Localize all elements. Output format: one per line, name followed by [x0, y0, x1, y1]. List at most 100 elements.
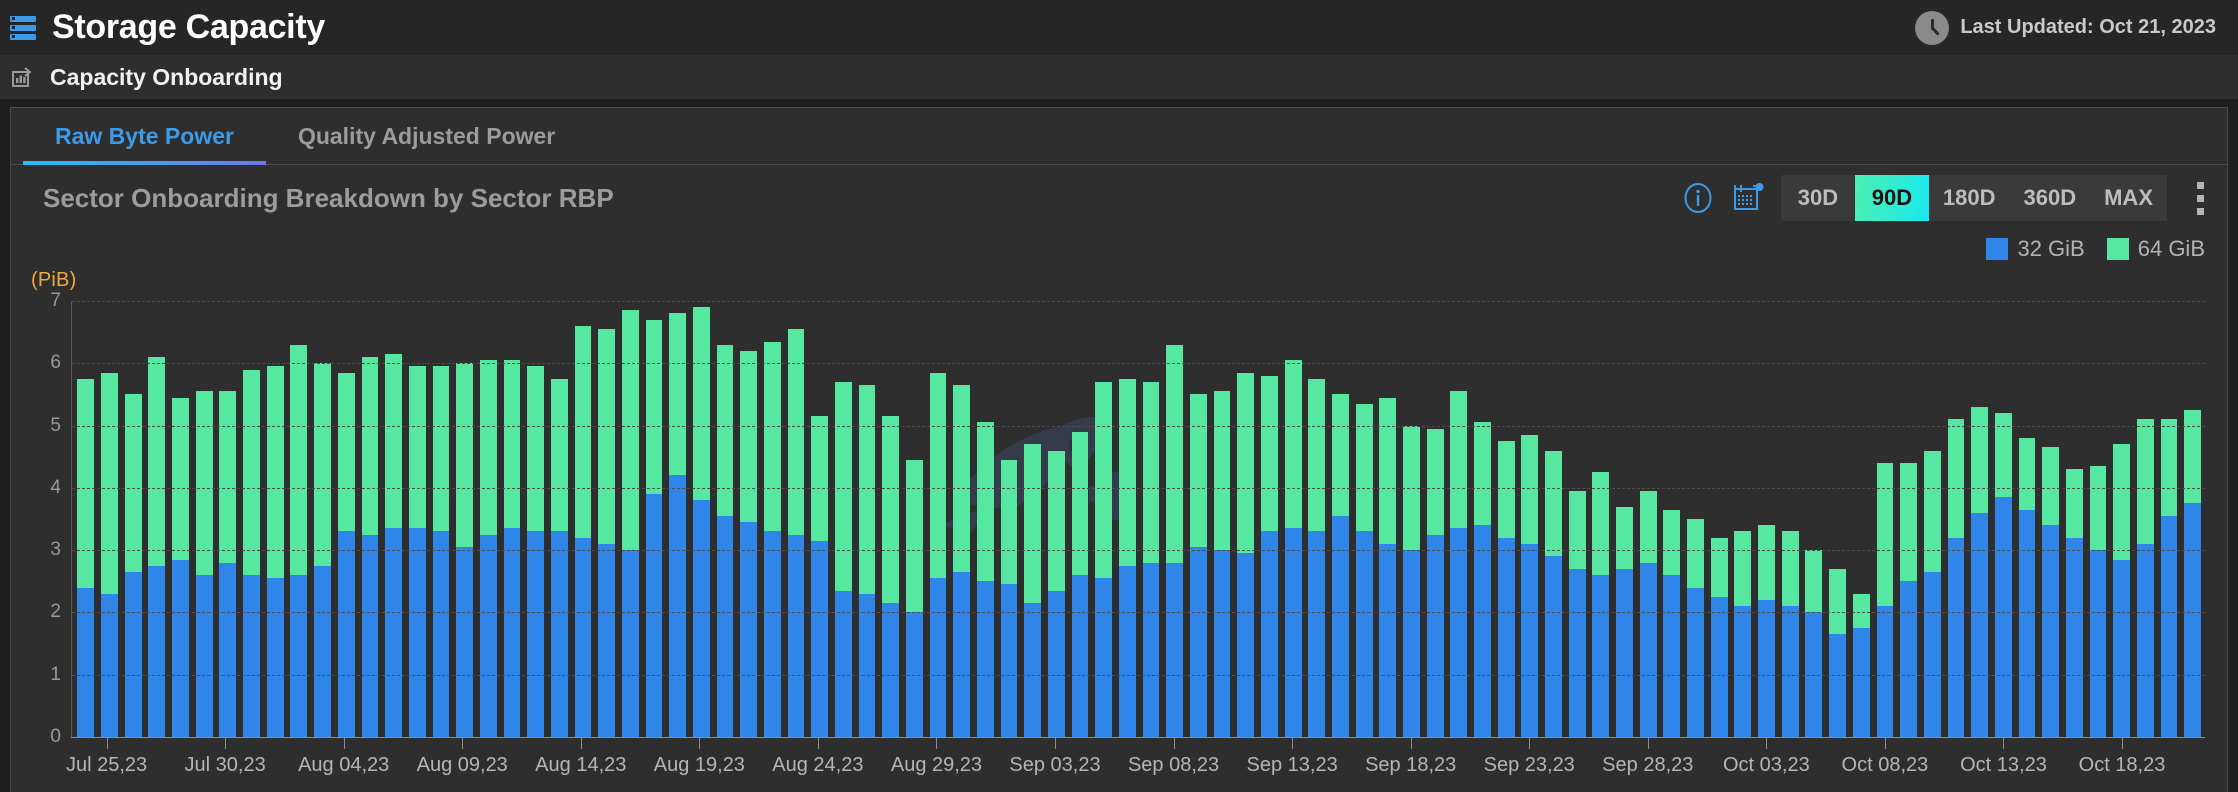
- bar-column[interactable]: [1187, 301, 1211, 737]
- bar-column[interactable]: [1542, 301, 1566, 737]
- range-button-180d[interactable]: 180D: [1929, 175, 2010, 221]
- bar-column[interactable]: [500, 301, 524, 737]
- bar-column[interactable]: [784, 301, 808, 737]
- bar-column[interactable]: [453, 301, 477, 737]
- bar-column[interactable]: [334, 301, 358, 737]
- bar-column[interactable]: [855, 301, 879, 737]
- range-button-90d[interactable]: 90D: [1855, 175, 1929, 221]
- bar-column[interactable]: [382, 301, 406, 737]
- bar-column[interactable]: [145, 301, 169, 737]
- bar-column[interactable]: [547, 301, 571, 737]
- bar-column[interactable]: [1660, 301, 1684, 737]
- bar-column[interactable]: [950, 301, 974, 737]
- bar-column[interactable]: [571, 301, 595, 737]
- bar-column[interactable]: [1589, 301, 1613, 737]
- legend-item-64gib[interactable]: 64 GiB: [2107, 236, 2205, 262]
- bar-column[interactable]: [358, 301, 382, 737]
- storage-menu-icon[interactable]: [10, 16, 36, 40]
- bar-column[interactable]: [1826, 301, 1850, 737]
- more-vertical-icon[interactable]: [2187, 178, 2213, 218]
- bar-column[interactable]: [760, 301, 784, 737]
- bar-column[interactable]: [1897, 301, 1921, 737]
- bar-column[interactable]: [1944, 301, 1968, 737]
- bar-column[interactable]: [2039, 301, 2063, 737]
- bar-column[interactable]: [832, 301, 856, 737]
- bar-column[interactable]: [1636, 301, 1660, 737]
- bar-column[interactable]: [2110, 301, 2134, 737]
- bar-column[interactable]: [1400, 301, 1424, 737]
- bar-column[interactable]: [1920, 301, 1944, 737]
- bar-column[interactable]: [1471, 301, 1495, 737]
- bar-column[interactable]: [1968, 301, 1992, 737]
- bar-column[interactable]: [121, 301, 145, 737]
- bar-column[interactable]: [74, 301, 98, 737]
- bar-column[interactable]: [1329, 301, 1353, 737]
- bar-column[interactable]: [595, 301, 619, 737]
- range-button-30d[interactable]: 30D: [1781, 175, 1855, 221]
- bar-column[interactable]: [997, 301, 1021, 737]
- bar-column[interactable]: [1684, 301, 1708, 737]
- bar-column[interactable]: [1352, 301, 1376, 737]
- bar-column[interactable]: [618, 301, 642, 737]
- range-button-max[interactable]: MAX: [2090, 175, 2167, 221]
- bar-column[interactable]: [2157, 301, 2181, 737]
- bar-column[interactable]: [1163, 301, 1187, 737]
- bar-column[interactable]: [524, 301, 548, 737]
- bar-column[interactable]: [808, 301, 832, 737]
- bar-column[interactable]: [192, 301, 216, 737]
- bar-column[interactable]: [405, 301, 429, 737]
- bar-column[interactable]: [476, 301, 500, 737]
- legend-item-32gib[interactable]: 32 GiB: [1986, 236, 2084, 262]
- bar-column[interactable]: [1305, 301, 1329, 737]
- bar-column[interactable]: [713, 301, 737, 737]
- bar-column[interactable]: [1755, 301, 1779, 737]
- range-button-360d[interactable]: 360D: [2010, 175, 2091, 221]
- bar-column[interactable]: [2086, 301, 2110, 737]
- bar-column[interactable]: [1021, 301, 1045, 737]
- bar-column[interactable]: [2015, 301, 2039, 737]
- tab-raw-byte-power[interactable]: Raw Byte Power: [23, 108, 266, 164]
- calendar-icon[interactable]: [1731, 181, 1765, 215]
- bar-column[interactable]: [926, 301, 950, 737]
- bar-column[interactable]: [1707, 301, 1731, 737]
- bar-column[interactable]: [1068, 301, 1092, 737]
- bar-column[interactable]: [311, 301, 335, 737]
- bar-column[interactable]: [429, 301, 453, 737]
- bar-column[interactable]: [1376, 301, 1400, 737]
- bar-column[interactable]: [1447, 301, 1471, 737]
- bar-column[interactable]: [1494, 301, 1518, 737]
- bar-column[interactable]: [1778, 301, 1802, 737]
- bar-column[interactable]: [287, 301, 311, 737]
- bar-column[interactable]: [1210, 301, 1234, 737]
- bar-column[interactable]: [98, 301, 122, 737]
- info-circle-icon[interactable]: [1681, 181, 1715, 215]
- bar-column[interactable]: [737, 301, 761, 737]
- bar-column[interactable]: [240, 301, 264, 737]
- bar-column[interactable]: [1423, 301, 1447, 737]
- bar-column[interactable]: [666, 301, 690, 737]
- bar-column[interactable]: [1873, 301, 1897, 737]
- bar-column[interactable]: [2181, 301, 2205, 737]
- bar-column[interactable]: [1234, 301, 1258, 737]
- bar-column[interactable]: [1258, 301, 1282, 737]
- bar-column[interactable]: [1045, 301, 1069, 737]
- bar-column[interactable]: [1849, 301, 1873, 737]
- bar-column[interactable]: [1802, 301, 1826, 737]
- bar-column[interactable]: [1731, 301, 1755, 737]
- bar-column[interactable]: [689, 301, 713, 737]
- bar-column[interactable]: [1613, 301, 1637, 737]
- bar-column[interactable]: [1116, 301, 1140, 737]
- bar-column[interactable]: [1565, 301, 1589, 737]
- bar-column[interactable]: [642, 301, 666, 737]
- bar-column[interactable]: [1991, 301, 2015, 737]
- bar-column[interactable]: [903, 301, 927, 737]
- bar-column[interactable]: [263, 301, 287, 737]
- bar-column[interactable]: [1092, 301, 1116, 737]
- bar-column[interactable]: [879, 301, 903, 737]
- bar-column[interactable]: [2133, 301, 2157, 737]
- bar-column[interactable]: [2062, 301, 2086, 737]
- bar-column[interactable]: [169, 301, 193, 737]
- bar-column[interactable]: [216, 301, 240, 737]
- bar-column[interactable]: [1139, 301, 1163, 737]
- bar-column[interactable]: [1281, 301, 1305, 737]
